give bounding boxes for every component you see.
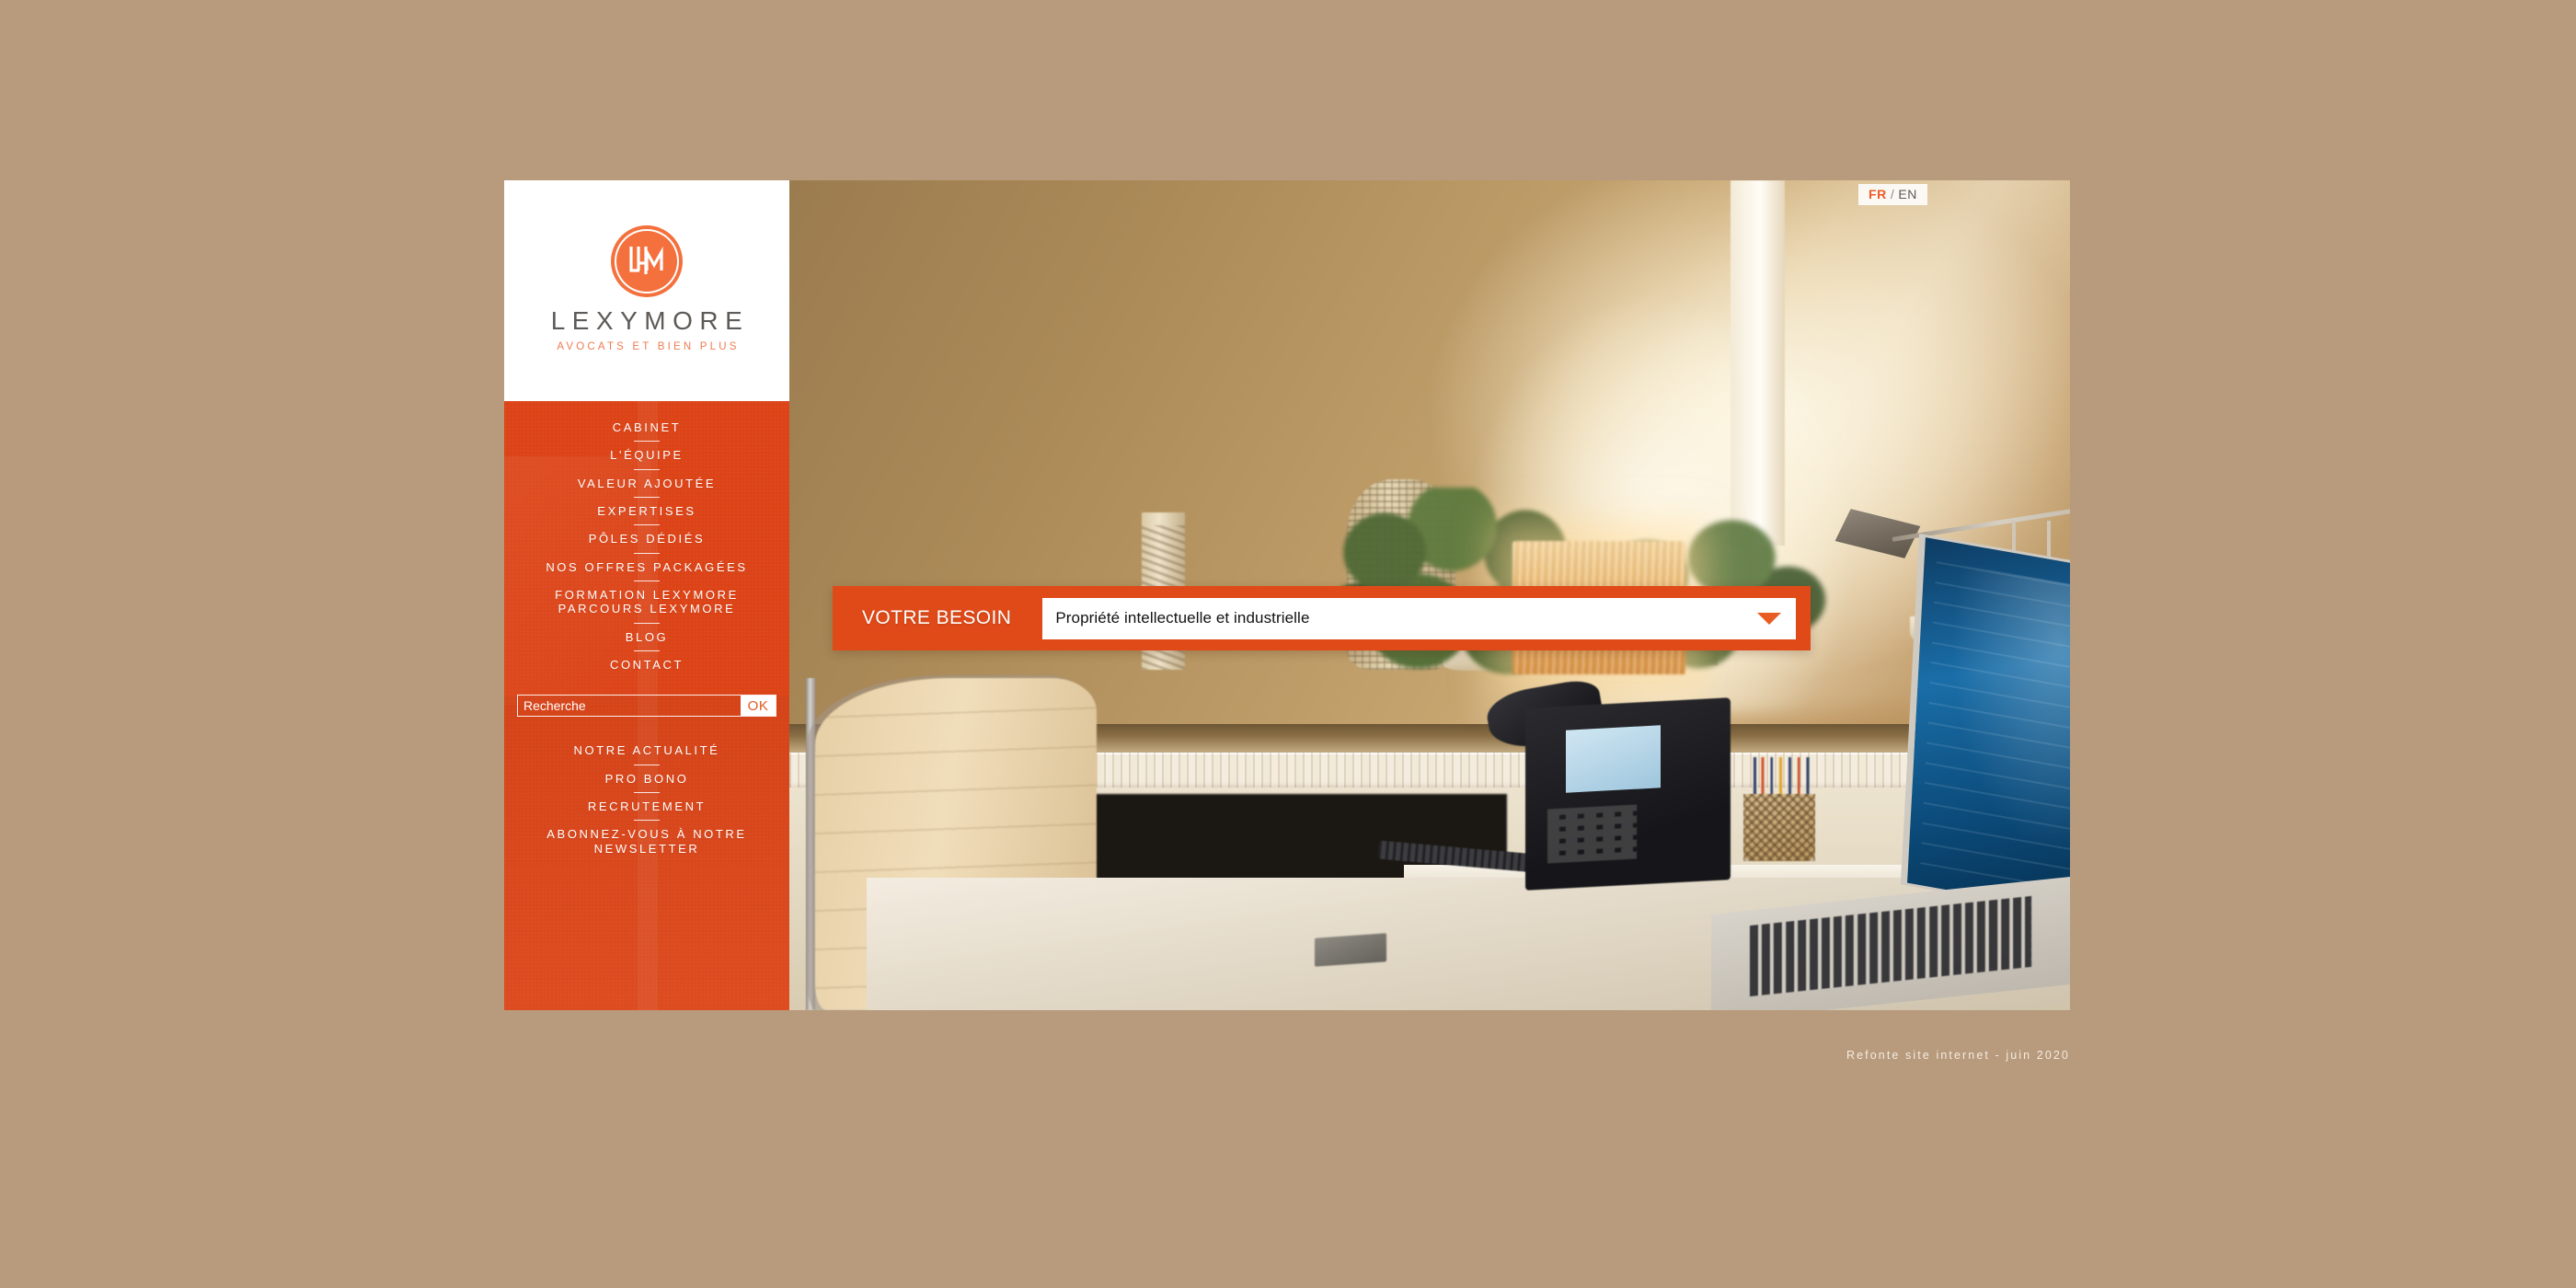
- nav-separator: [634, 496, 660, 498]
- photo-bowl-right: [1910, 615, 1967, 647]
- besoin-select[interactable]: Propriété intellectuelle et industrielle: [1042, 597, 1796, 639]
- photo-pillar: [1731, 180, 1785, 546]
- photo-office-chair: [814, 678, 1098, 1010]
- footer-credit: Refonte site internet - juin 2020: [1846, 1049, 2070, 1062]
- photo-phone-screen: [1565, 725, 1661, 793]
- logo-block[interactable]: LEXYMORE AVOCATS ET BIEN PLUS: [504, 180, 789, 401]
- sidebar-item-formation-parcours-lexymore[interactable]: FORMATION LEXYMORE PARCOURS LEXYMORE: [504, 585, 789, 619]
- nav-separator: [634, 820, 660, 822]
- sidebar-item-valeur-ajoutee[interactable]: VALEUR AJOUTÉE: [504, 474, 789, 493]
- photo-pens: [1750, 756, 1814, 803]
- photo-desk-edge: [1404, 865, 2070, 899]
- photo-phone-keypad: [1547, 804, 1638, 864]
- photo-wainscot: [789, 753, 2070, 1010]
- photo-laptop-keyboard: [1750, 895, 2032, 996]
- photo-desk-shadow: [1071, 794, 1507, 894]
- photo-lamp-stand-b: [2046, 520, 2051, 671]
- search-submit-button[interactable]: OK: [741, 696, 776, 717]
- votre-besoin-bar: VOTRE BESOIN Propriété intellectuelle et…: [833, 586, 1811, 650]
- logo-tagline: AVOCATS ET BIEN PLUS: [557, 341, 740, 352]
- photo-chair-post: [806, 678, 816, 1010]
- sidebar-item-contact[interactable]: CONTACT: [504, 655, 789, 674]
- photo-desk-lamp-arm: [1892, 495, 2070, 543]
- secondary-navigation: NOTRE ACTUALITÉ PRO BONO RECRUTEMENT ABO…: [504, 717, 789, 858]
- sidebar-item-equipe[interactable]: L'ÉQUIPE: [504, 445, 789, 465]
- photo-phone-handset: [1483, 676, 1607, 754]
- sidebar-item-notre-actualite[interactable]: NOTRE ACTUALITÉ: [504, 741, 789, 760]
- search-input[interactable]: [518, 696, 741, 717]
- page-wrapper: LEXYMORE AVOCATS ET BIEN PLUS CABINET L'…: [0, 0, 2576, 1288]
- sidebar: LEXYMORE AVOCATS ET BIEN PLUS CABINET L'…: [504, 180, 789, 1010]
- site-container: LEXYMORE AVOCATS ET BIEN PLUS CABINET L'…: [504, 180, 2070, 1010]
- nav-separator: [634, 552, 660, 554]
- sidebar-item-expertises[interactable]: EXPERTISES: [504, 501, 789, 521]
- sidebar-item-cabinet[interactable]: CABINET: [504, 418, 789, 437]
- sidebar-item-newsletter[interactable]: ABONNEZ-VOUS À NOTRE NEWSLETTER: [504, 824, 789, 858]
- lang-option-fr[interactable]: FR: [1869, 188, 1887, 201]
- nav-separator: [634, 791, 660, 793]
- sidebar-item-recrutement[interactable]: RECRUTEMENT: [504, 797, 789, 816]
- lexymore-monogram-icon: [615, 229, 679, 293]
- lang-option-en[interactable]: EN: [1898, 188, 1917, 201]
- photo-phone-cord: [1377, 840, 1558, 875]
- photo-laptop-screen: [1907, 537, 2070, 919]
- photo-light-shaft: [1435, 180, 2070, 737]
- nav-separator: [634, 468, 660, 470]
- photo-laptop-base: [1711, 873, 2070, 1010]
- photo-shelf: [789, 723, 2070, 754]
- nav-separator: [634, 524, 660, 526]
- photo-desk-lamp-head: [1834, 509, 1921, 559]
- photo-platter: [1442, 649, 1533, 672]
- sidebar-item-offres-packagees[interactable]: NOS OFFRES PACKAGÉES: [504, 558, 789, 577]
- nav-separator: [634, 622, 660, 624]
- photo-desk-phone: [1525, 697, 1731, 891]
- chevron-down-icon: [1757, 612, 1781, 625]
- primary-navigation: CABINET L'ÉQUIPE VALEUR AJOUTÉE EXPERTIS…: [504, 401, 789, 674]
- sidebar-item-blog[interactable]: BLOG: [504, 627, 789, 647]
- language-switcher: FR / EN: [1857, 184, 1927, 205]
- nav-separator: [634, 650, 660, 651]
- sidebar-item-pro-bono[interactable]: PRO BONO: [504, 769, 789, 788]
- logo-wordmark: LEXYMORE: [550, 306, 750, 335]
- photo-pen-holder: [1743, 794, 1815, 861]
- photo-wainscot-moulding: [789, 753, 2070, 788]
- sidebar-item-poles-dedies[interactable]: PÔLES DÉDIÉS: [504, 529, 789, 548]
- lang-separator: /: [1890, 187, 1895, 201]
- photo-desk: [866, 877, 2070, 1010]
- besoin-selected-value: Propriété intellectuelle et industrielle: [1055, 609, 1310, 627]
- photo-coaster: [1314, 933, 1386, 967]
- photo-lamp-stand-a: [2012, 520, 2017, 671]
- search-form: OK: [517, 695, 776, 718]
- votre-besoin-label: VOTRE BESOIN: [862, 607, 1012, 628]
- nav-separator: [634, 441, 660, 443]
